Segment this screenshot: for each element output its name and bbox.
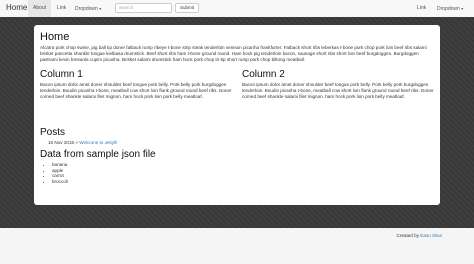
post-date: 16 Nov 2016 [48, 140, 75, 145]
footer: Created by Easu Silva [397, 233, 442, 238]
column-1-title: Column 1 [40, 69, 83, 80]
columns-row: Column 1 Bacon ipsum dolor amet doner sh… [40, 69, 434, 121]
column-1-text: Bacon ipsum dolor amet doner shoulder be… [40, 82, 232, 99]
post-separator: » [75, 140, 78, 145]
submit-button[interactable]: Submit [175, 3, 199, 13]
nav-right-dropdown-label: Dropdown [437, 6, 460, 12]
chevron-down-icon: ▾ [461, 6, 464, 11]
intro-paragraph: Alcatra pork chop swine, pig ball tip do… [40, 45, 427, 62]
column-2-title: Column 2 [242, 69, 285, 80]
column-2: Column 2 Bacon ipsum dolor amet doner sh… [242, 69, 438, 100]
nav-right-link[interactable]: Link [412, 0, 431, 17]
footer-prefix: Created by [396, 233, 419, 238]
post-link[interactable]: Welcome to Jekyll! [79, 140, 117, 145]
content-panel: Home Alcatra pork chop swine, pig ball t… [34, 25, 440, 205]
search-input[interactable]: Search [115, 3, 172, 13]
column-2-text: Bacon ipsum dolor amet doner shoulder be… [242, 82, 434, 99]
nav-about[interactable]: About [28, 0, 52, 17]
nav-dropdown-label: Dropdown [75, 6, 98, 12]
brand-link[interactable]: Home [6, 3, 27, 12]
column-1: Column 1 Bacon ipsum dolor amet doner sh… [40, 69, 236, 100]
posts-section: Posts 16 Nov 2016 » Welcome to Jekyll! [40, 127, 434, 145]
page-title: Home [40, 31, 70, 43]
list-item: broccoli [52, 179, 434, 185]
json-list: banana apple carrot broccoli [40, 162, 434, 184]
nav-link[interactable]: Link [52, 0, 71, 17]
json-title: Data from sample json file [40, 149, 156, 160]
nav-dropdown[interactable]: Dropdown ▾ [70, 0, 106, 17]
chevron-down-icon: ▾ [99, 6, 102, 11]
nav-right-dropdown[interactable]: Dropdown ▾ [432, 0, 468, 17]
post-item: 16 Nov 2016 » Welcome to Jekyll! [40, 140, 434, 145]
posts-title: Posts [40, 127, 66, 138]
footer-author-link[interactable]: Easu Silva [420, 233, 442, 238]
top-navbar: Home About Link Dropdown ▾ Search Submit… [0, 0, 474, 18]
